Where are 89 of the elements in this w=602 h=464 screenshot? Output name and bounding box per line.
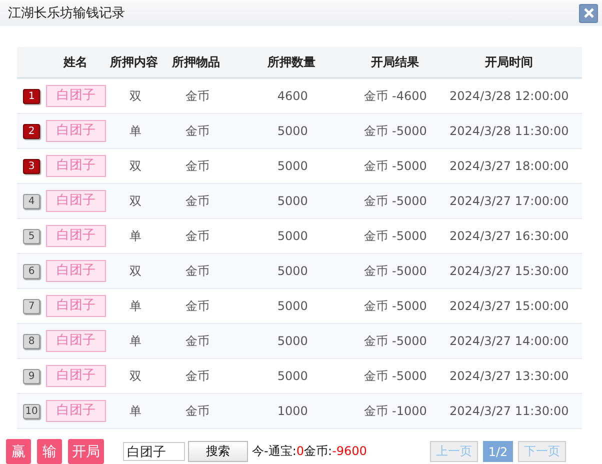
table-cell-text: 双	[128, 368, 142, 384]
action-button[interactable]: 开局	[68, 439, 104, 464]
search-field[interactable]: 白团子	[123, 442, 185, 461]
table-cell-text: 单	[128, 332, 142, 350]
name-tag: 白团子	[46, 120, 106, 142]
table-cell-text: 金币 -5000	[363, 332, 428, 350]
table-cell-text: 5000	[276, 229, 309, 243]
table-cell-text: 金币	[184, 332, 210, 350]
table-cell-text: 2024/3/27 16:30:00	[448, 229, 570, 243]
table-cell-text: 金币 -5000	[363, 262, 428, 280]
window-title: 江湖长乐坊输钱记录	[8, 5, 125, 22]
table-cell-text: 单	[128, 228, 142, 244]
name-tag: 白团子	[46, 295, 106, 317]
name-tag: 白团子	[46, 330, 106, 352]
table-cell-text: 金币 -5000	[363, 122, 428, 140]
column-header: 开局时间	[484, 54, 534, 70]
table-cell-text: 金币	[184, 368, 210, 384]
table-cell-text: 金币 -5000	[363, 158, 428, 174]
page-indicator[interactable]: 1/2	[483, 441, 513, 462]
table-cell-text: 5000	[276, 194, 309, 208]
name-tag: 白团子	[46, 190, 106, 212]
table-cell-text: 金币 -5000	[363, 298, 428, 314]
table-cell-text: 5000	[276, 159, 309, 173]
table-cell-text: 2024/3/27 17:00:00	[448, 194, 570, 208]
table-cell-text: 5000	[276, 299, 309, 313]
table-cell-text: 2024/3/27 14:00:00	[448, 334, 570, 348]
table-cell-text: 2024/3/28 12:00:00	[448, 89, 570, 103]
summary-label: 今-通宝:	[252, 444, 296, 458]
table-cell-text: 5000	[276, 124, 309, 138]
rank-badge: 3	[23, 158, 40, 174]
table-cell-text: 双	[128, 192, 142, 210]
column-header: 所押数量	[266, 54, 317, 70]
table-cell-text: 金币	[184, 158, 210, 174]
rank-badge: 7	[23, 298, 40, 314]
search-button[interactable]: 搜索	[188, 441, 248, 462]
table-cell-text: 金币	[184, 88, 210, 104]
table-cell-text: 金币 -5000	[363, 368, 428, 384]
name-tag: 白团子	[46, 85, 106, 107]
table-cell-text: 双	[128, 262, 142, 280]
summary-value: -9600	[332, 444, 367, 458]
table-cell-text: 金币 -4600	[363, 88, 428, 104]
table-cell-text: 双	[128, 158, 142, 174]
close-icon	[582, 7, 594, 19]
table-cell-text: 单	[128, 122, 142, 140]
name-tag: 白团子	[46, 155, 106, 177]
table-cell-text: 金币	[184, 228, 210, 244]
table-cell-text: 双	[128, 88, 142, 104]
rank-badge: 6	[23, 264, 40, 278]
close-button[interactable]	[579, 4, 598, 22]
name-tag: 白团子	[46, 400, 106, 422]
table-cell-text: 4600	[276, 89, 309, 103]
action-button[interactable]: 赢	[6, 439, 31, 464]
table-cell-text: 金币 -5000	[363, 192, 428, 210]
table-cell-text: 2024/3/27 15:30:00	[448, 264, 570, 278]
summary-label: 金币:	[304, 444, 332, 458]
name-tag: 白团子	[46, 225, 106, 247]
rank-badge: 8	[23, 334, 40, 348]
rank-badge: 5	[23, 228, 40, 244]
table-cell-text: 金币	[184, 298, 210, 314]
column-header: 开局结果	[370, 54, 420, 70]
table-cell-text: 单	[128, 402, 142, 420]
name-tag: 白团子	[46, 365, 106, 387]
rank-badge: 2	[23, 124, 40, 138]
column-header: 姓名	[62, 54, 88, 70]
table-cell-text: 金币 -5000	[363, 228, 428, 244]
table-cell-text: 金币	[184, 192, 210, 210]
rank-badge: 1	[23, 88, 40, 104]
table-cell-text: 2024/3/27 11:30:00	[448, 404, 570, 418]
table-cell-text: 5000	[276, 369, 309, 383]
action-button[interactable]: 输	[37, 439, 62, 464]
rank-badge: 4	[23, 194, 40, 208]
column-header: 所押物品	[171, 54, 222, 70]
column-header: 所押内容	[108, 54, 159, 70]
table-cell-text: 金币	[184, 122, 210, 140]
table-cell-text: 2024/3/28 11:30:00	[448, 124, 570, 138]
table-cell-text: 2024/3/27 13:30:00	[448, 369, 570, 383]
table-cell-text: 金币	[184, 402, 210, 420]
table-cell-text: 2024/3/27 18:00:00	[448, 159, 570, 173]
rank-badge: 10	[23, 404, 40, 418]
table-cell-text: 1000	[276, 404, 309, 418]
table-cell-text: 金币	[184, 262, 210, 280]
table-cell-text: 5000	[276, 334, 309, 348]
table-cell-text: 2024/3/27 15:00:00	[448, 299, 570, 313]
table-cell-text: 5000	[276, 264, 309, 278]
table-cell-text: 金币 -1000	[363, 402, 428, 420]
name-tag: 白团子	[46, 260, 106, 282]
rank-badge: 9	[23, 368, 40, 384]
summary-value: 0	[296, 444, 304, 458]
table-cell-text: 单	[128, 298, 142, 314]
